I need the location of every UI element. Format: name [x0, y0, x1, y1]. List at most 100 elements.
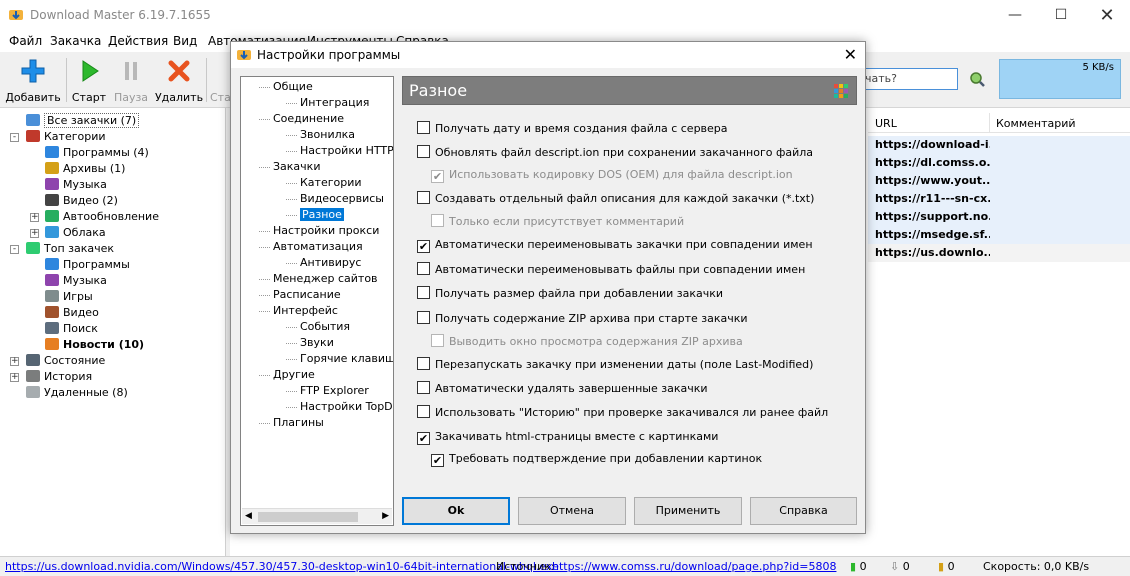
delete-button[interactable]: Удалить: [154, 56, 204, 106]
option-checkbox[interactable]: Выводить окно просмотра содержания ZIP а…: [431, 334, 743, 352]
nav-item[interactable]: Другие: [273, 367, 315, 383]
tree-item[interactable]: Все закачки (7): [26, 113, 140, 129]
tree-item[interactable]: Программы: [45, 257, 130, 273]
option-checkbox[interactable]: Обновлять файл descript.ion при сохранен…: [417, 145, 813, 163]
tree-item[interactable]: Музыка: [45, 273, 107, 289]
unchecked-box-icon[interactable]: [417, 311, 430, 324]
nav-item[interactable]: Плагины: [273, 415, 324, 431]
comment-cell[interactable]: [990, 208, 1130, 226]
checked-box-icon[interactable]: ✔: [417, 432, 430, 445]
unchecked-box-icon[interactable]: [431, 214, 444, 227]
option-checkbox[interactable]: Перезапускать закачку при изменении даты…: [417, 357, 813, 375]
comment-cell[interactable]: [990, 172, 1130, 190]
close-button[interactable]: ✕: [1084, 0, 1130, 30]
tree-item[interactable]: + Автообновление: [30, 209, 159, 225]
nav-item[interactable]: Видеосервисы: [300, 191, 384, 207]
comment-cell[interactable]: [990, 136, 1130, 154]
nav-item[interactable]: Соединение: [273, 111, 344, 127]
comment-cell[interactable]: [990, 244, 1130, 262]
unchecked-box-icon[interactable]: [417, 381, 430, 394]
scroll-left-icon[interactable]: ◀: [245, 511, 252, 521]
unchecked-box-icon[interactable]: [417, 286, 430, 299]
nav-item[interactable]: Категории: [300, 175, 362, 191]
tree-item[interactable]: Музыка: [45, 177, 107, 193]
table-row[interactable]: https://msedge.sf...: [868, 226, 990, 244]
table-row[interactable]: https://support.no...: [868, 208, 990, 226]
menu-file[interactable]: Файл: [9, 34, 42, 48]
search-icon[interactable]: [968, 70, 986, 88]
unchecked-box-icon[interactable]: [417, 405, 430, 418]
menu-view[interactable]: Вид: [173, 34, 197, 48]
option-checkbox[interactable]: Получать содержание ZIP архива при старт…: [417, 311, 748, 329]
nav-item[interactable]: Интеграция: [300, 95, 369, 111]
tree-item[interactable]: Игры: [45, 289, 93, 305]
tree-item[interactable]: Новости (10): [45, 337, 144, 353]
tree-item[interactable]: Программы (4): [45, 145, 149, 161]
option-checkbox[interactable]: ✔ Закачивать html-страницы вместе с карти…: [417, 430, 718, 448]
search-input[interactable]: чать?: [860, 68, 958, 90]
cancel-button[interactable]: Отмена: [518, 497, 626, 525]
minimize-button[interactable]: —: [992, 0, 1038, 30]
help-button[interactable]: Справка: [750, 497, 857, 525]
ok-button[interactable]: Ok: [402, 497, 510, 525]
nav-item[interactable]: Горячие клавиши: [300, 351, 393, 367]
expand-icon[interactable]: +: [30, 229, 39, 238]
tree-item[interactable]: Видео (2): [45, 193, 118, 209]
nav-item[interactable]: Настройки HTTP/F: [300, 143, 393, 159]
status-source-link[interactable]: https://www.comss.ru/download/page.php?i…: [552, 560, 836, 573]
option-checkbox[interactable]: ✔ Требовать подтверждение при добавлении …: [431, 452, 762, 470]
column-divider[interactable]: [989, 113, 990, 133]
tree-item[interactable]: Поиск: [45, 321, 98, 337]
collapse-icon[interactable]: -: [10, 245, 19, 254]
start-all-button[interactable]: Ста: [210, 56, 230, 106]
option-checkbox[interactable]: Получать размер файла при добавлении зак…: [417, 286, 723, 304]
option-checkbox[interactable]: ✔ Автоматически переименовывать закачки п…: [417, 238, 813, 256]
nav-item[interactable]: FTP Explorer: [300, 383, 369, 399]
table-row[interactable]: https://us.downlo...: [868, 244, 990, 262]
option-checkbox[interactable]: Автоматически удалять завершенные закачк…: [417, 381, 708, 399]
column-url[interactable]: URL: [875, 117, 897, 130]
comment-cell[interactable]: [990, 190, 1130, 208]
nav-item[interactable]: Менеджер сайтов: [273, 271, 378, 287]
nav-item[interactable]: События: [300, 319, 350, 335]
status-url-link[interactable]: https://us.download.nvidia.com/Windows/4…: [5, 560, 559, 573]
tree-item[interactable]: Видео: [45, 305, 99, 321]
table-row[interactable]: https://www.yout...: [868, 172, 990, 190]
unchecked-box-icon[interactable]: [417, 121, 430, 134]
option-checkbox[interactable]: ✔ Использовать кодировку DOS (OEM) для фа…: [431, 168, 793, 186]
maximize-button[interactable]: ☐: [1038, 0, 1084, 30]
option-checkbox[interactable]: Получать дату и время создания файла с с…: [417, 121, 728, 139]
expand-icon[interactable]: +: [30, 213, 39, 222]
checked-box-icon[interactable]: ✔: [417, 240, 430, 253]
tree-item[interactable]: + Облака: [30, 225, 106, 241]
table-row[interactable]: https://dl.comss.o...: [868, 154, 990, 172]
tree-item[interactable]: - Категории: [10, 129, 106, 145]
unchecked-box-icon[interactable]: [417, 191, 430, 204]
nav-item[interactable]: Расписание: [273, 287, 341, 303]
option-checkbox[interactable]: Только если присутствует комментарий: [431, 214, 684, 232]
comment-cell[interactable]: [990, 226, 1130, 244]
scroll-right-icon[interactable]: ▶: [382, 511, 389, 521]
expand-icon[interactable]: +: [10, 373, 19, 382]
nav-item[interactable]: Настройки прокси: [273, 223, 379, 239]
pause-button[interactable]: Пауза: [112, 56, 150, 106]
start-button[interactable]: Старт: [70, 56, 108, 106]
collapse-icon[interactable]: -: [10, 133, 19, 142]
nav-item[interactable]: Закачки: [273, 159, 320, 175]
nav-item[interactable]: Настройки TopDov: [300, 399, 393, 415]
menu-actions[interactable]: Действия: [108, 34, 168, 48]
nav-item[interactable]: Общие: [273, 79, 313, 95]
nav-horizontal-scrollbar[interactable]: ◀ ▶: [242, 508, 392, 524]
option-checkbox[interactable]: Использовать "Историю" при проверке зака…: [417, 405, 828, 423]
dialog-close-button[interactable]: ✕: [844, 45, 857, 64]
nav-item[interactable]: Автоматизация: [273, 239, 363, 255]
comment-cell[interactable]: [990, 154, 1130, 172]
tree-item[interactable]: + История: [10, 369, 92, 385]
apply-button[interactable]: Применить: [634, 497, 742, 525]
table-row[interactable]: https://download-i...: [868, 136, 990, 154]
unchecked-box-icon[interactable]: [417, 145, 430, 158]
nav-item[interactable]: Антивирус: [300, 255, 361, 271]
tree-item[interactable]: Архивы (1): [45, 161, 125, 177]
nav-item[interactable]: Звонилка: [300, 127, 355, 143]
option-checkbox[interactable]: Автоматически переименовывать файлы при …: [417, 262, 805, 280]
